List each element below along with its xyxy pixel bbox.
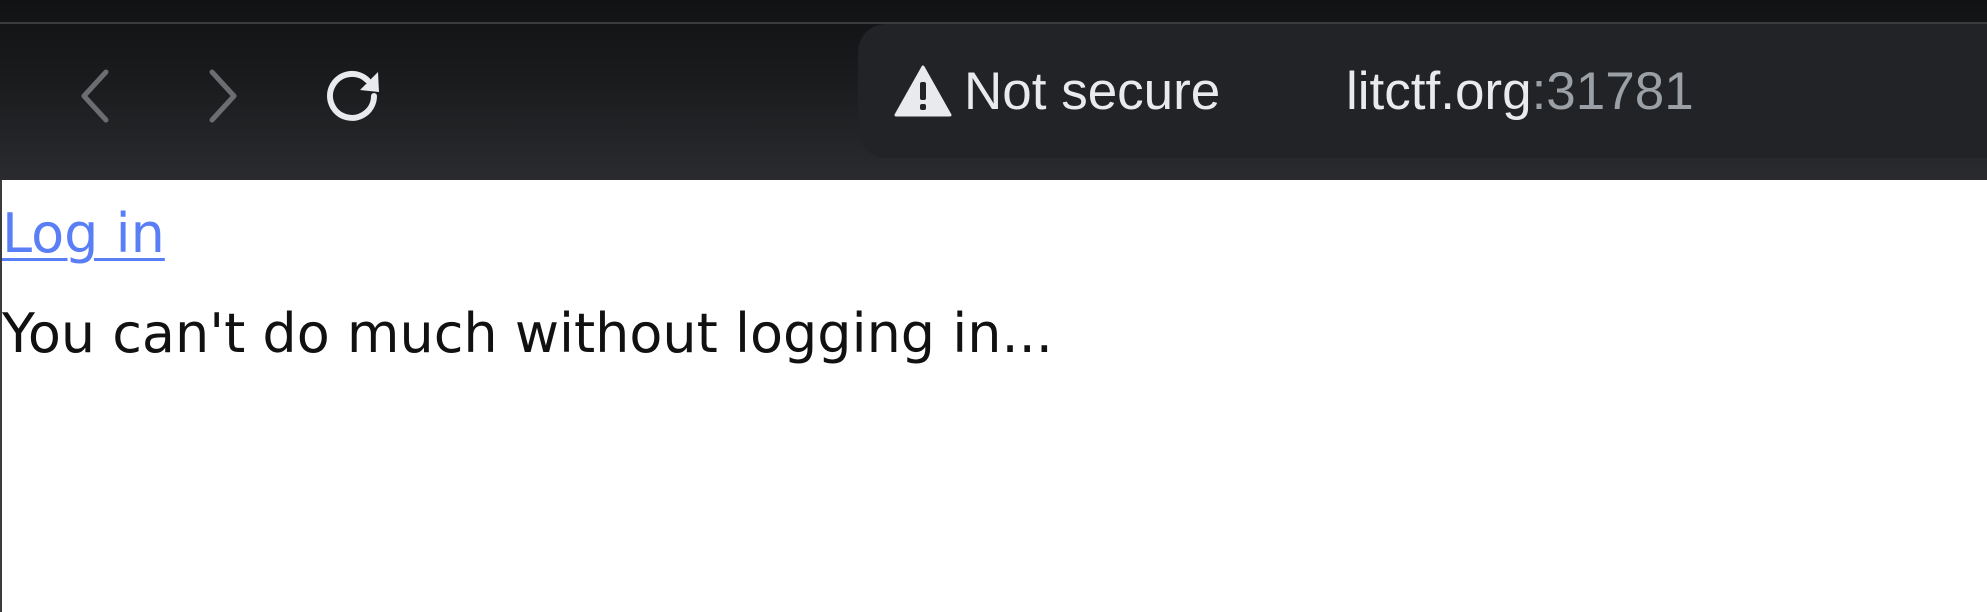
chevron-right-icon <box>209 69 237 123</box>
warning-triangle-icon <box>894 65 952 117</box>
browser-toolbar: Not secure litctf.org:31781 <box>0 0 1987 180</box>
login-required-message: You can't do much without logging in... <box>2 302 1053 365</box>
chevron-left-icon <box>81 69 109 123</box>
reload-icon <box>327 70 379 121</box>
reload-button[interactable] <box>316 60 388 132</box>
url-port: :31781 <box>1531 61 1694 121</box>
url-host: litctf.org <box>1346 61 1532 121</box>
security-label: Not secure <box>964 61 1221 121</box>
address-bar[interactable]: Not secure litctf.org:31781 <box>858 24 1987 158</box>
login-link[interactable]: Log in <box>2 202 165 265</box>
url-field[interactable]: litctf.org:31781 <box>1346 58 1694 124</box>
security-indicator[interactable]: Not secure <box>894 58 1220 124</box>
back-button[interactable] <box>60 60 132 132</box>
forward-button[interactable] <box>186 60 258 132</box>
page-content: Log in You can't do much without logging… <box>0 180 1987 612</box>
window-left-edge <box>0 180 2 612</box>
